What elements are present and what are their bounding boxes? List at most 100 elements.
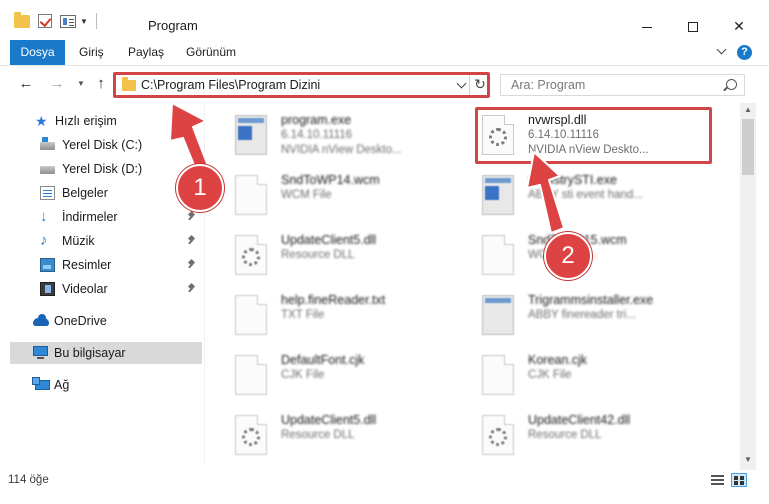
selected-file-highlight [475, 107, 712, 164]
maximize-button[interactable] [670, 12, 716, 40]
sidebar-item-hizli-erisim[interactable]: ★ Hızlı erişim [0, 110, 204, 132]
file-name: RegistrySTI.exe [528, 173, 617, 187]
sidebar-item-bu-bilgisayar[interactable]: Bu bilgisayar [10, 342, 202, 364]
file-item[interactable]: UpdateClient5.dll Resource DLL [227, 227, 472, 283]
drive-d-icon [40, 166, 55, 174]
properties-icon[interactable] [60, 14, 76, 28]
sidebar-item-ag[interactable]: Ağ [0, 374, 204, 396]
minimize-button[interactable] [624, 12, 670, 40]
network-icon [32, 377, 50, 390]
address-bar[interactable]: C:\Program Files\Program Dizini ↻ [113, 72, 490, 98]
file-detail: Resource DLL [281, 429, 355, 441]
pin-icon[interactable] [188, 236, 197, 245]
sidebar-item-muzik[interactable]: ♪ Müzik [0, 230, 204, 252]
sidebar-item-label: Videolar [62, 282, 108, 296]
search-input[interactable]: Ara: Program [500, 74, 745, 96]
sidebar-item-label: OneDrive [54, 314, 107, 328]
recent-locations-chevron-icon[interactable]: ▼ [71, 74, 91, 94]
sidebar-item-yerel-disk-d[interactable]: Yerel Disk (D:) [0, 158, 204, 180]
address-history-chevron-icon[interactable] [456, 80, 466, 90]
up-arrow-icon[interactable]: ↑ [91, 74, 111, 94]
customize-toolbar-chevron-icon[interactable]: ▼ [80, 17, 88, 26]
pin-icon[interactable] [188, 284, 197, 293]
dll-icon [482, 415, 514, 455]
back-arrow-icon[interactable]: ← [16, 74, 36, 94]
tab-paylas[interactable]: Paylaş [128, 40, 164, 65]
scroll-up-icon[interactable]: ▲ [744, 105, 752, 114]
close-icon: ✕ [733, 18, 745, 34]
sidebar-item-label: Hızlı erişim [55, 114, 117, 128]
checkbox-properties-icon[interactable] [38, 14, 52, 28]
file-item[interactable]: SndToWP14.wcm WCM File [227, 167, 472, 223]
help-icon[interactable]: ? [737, 45, 752, 60]
music-icon: ♪ [40, 232, 48, 249]
file-detail: 6.14.10.11116 [281, 129, 352, 141]
pin-icon[interactable] [188, 260, 197, 269]
annotation-badge-2: 2 [544, 232, 592, 280]
item-count: 114 öğe [8, 474, 49, 486]
ribbon-tabs: Dosya Giriş Paylaş Görünüm ? [0, 40, 769, 65]
expand-ribbon-chevron-icon[interactable] [716, 46, 726, 56]
file-name: Trigrammsinstaller.exe [528, 293, 654, 307]
file-detail: ABBY finereader tri... [528, 309, 636, 321]
scroll-thumb[interactable] [742, 119, 754, 175]
sidebar-item-indirmeler[interactable]: ↓ İndirmeler [0, 206, 204, 228]
annotation-badge-1: 1 [176, 164, 224, 212]
sidebar-item-resimler[interactable]: Resimler [0, 254, 204, 276]
file-item[interactable]: RegistrySTI.exe ABBY sti event hand... [474, 167, 719, 223]
details-view-icon[interactable] [711, 475, 724, 486]
tab-dosya[interactable]: Dosya [10, 40, 65, 65]
pane-divider[interactable] [204, 103, 205, 463]
folder-icon [122, 77, 136, 91]
file-icon [235, 295, 267, 335]
exe-icon [235, 115, 267, 155]
sidebar-item-label: Müzik [62, 234, 95, 248]
sidebar-item-label: İndirmeler [62, 210, 118, 224]
file-icon [482, 235, 514, 275]
sidebar-item-onedrive[interactable]: OneDrive [0, 310, 204, 332]
sidebar-item-belgeler[interactable]: Belgeler [0, 182, 204, 204]
close-button[interactable]: ✕ [716, 12, 762, 40]
large-icons-view-icon[interactable] [731, 473, 747, 487]
sidebar-item-label: Belgeler [62, 186, 108, 200]
vertical-scrollbar[interactable]: ▲ ▼ [740, 103, 756, 470]
file-item[interactable]: Trigrammsinstaller.exe ABBY finereader t… [474, 287, 719, 343]
sidebar-item-label: Resimler [62, 258, 112, 272]
sidebar-item-label: Yerel Disk (C:) [62, 138, 143, 152]
sidebar-item-yerel-disk-c[interactable]: Yerel Disk (C:) [0, 134, 204, 156]
file-name: UpdateClient5.dll [281, 413, 377, 427]
sidebar-item-label: Ağ [54, 378, 70, 392]
file-item[interactable]: DefaultFont.cjk CJK File [227, 347, 472, 403]
file-icon [235, 355, 267, 395]
file-detail: CJK File [281, 369, 325, 381]
file-detail: WCM File [281, 189, 332, 201]
sidebar-item-label: Bu bilgisayar [54, 346, 126, 360]
toolbar-separator [95, 13, 97, 29]
minimize-icon [642, 26, 652, 28]
exe-icon [482, 295, 514, 335]
file-item[interactable]: help.fineReader.txt TXT File [227, 287, 472, 343]
address-path[interactable]: C:\Program Files\Program Dizini [141, 78, 320, 92]
file-name: SndToWP14.wcm [281, 173, 380, 187]
documents-icon [40, 186, 55, 200]
this-pc-icon [33, 346, 48, 359]
pin-icon[interactable] [188, 212, 197, 221]
forward-arrow-icon[interactable]: → [47, 74, 67, 94]
file-item[interactable]: Korean.cjk CJK File [474, 347, 719, 403]
quick-access-icon: ★ [35, 113, 48, 129]
file-detail: NVIDIA nView Deskto... [281, 144, 402, 156]
file-item[interactable]: program.exe 6.14.10.11116 NVIDIA nView D… [227, 107, 472, 163]
refresh-icon[interactable]: ↻ [472, 76, 488, 92]
file-name: DefaultFont.cjk [281, 353, 365, 367]
file-item[interactable]: SndToWP15.wcm WCM File [474, 227, 719, 283]
maximize-icon [688, 22, 698, 33]
scroll-down-icon[interactable]: ▼ [744, 455, 752, 464]
sidebar-item-videolar[interactable]: Videolar [0, 278, 204, 300]
folder-icon[interactable] [14, 11, 30, 28]
title-bar: ▼ Program ✕ [0, 0, 769, 40]
file-item[interactable]: UpdateClient42.dll Resource DLL [474, 407, 719, 463]
file-item[interactable]: UpdateClient5.dll Resource DLL [227, 407, 472, 463]
tab-gorunum[interactable]: Görünüm [186, 40, 236, 65]
tab-giris[interactable]: Giriş [79, 40, 104, 65]
navigation-bar: ← → ▼ ↑ C:\Program Files\Program Dizini … [0, 65, 769, 103]
